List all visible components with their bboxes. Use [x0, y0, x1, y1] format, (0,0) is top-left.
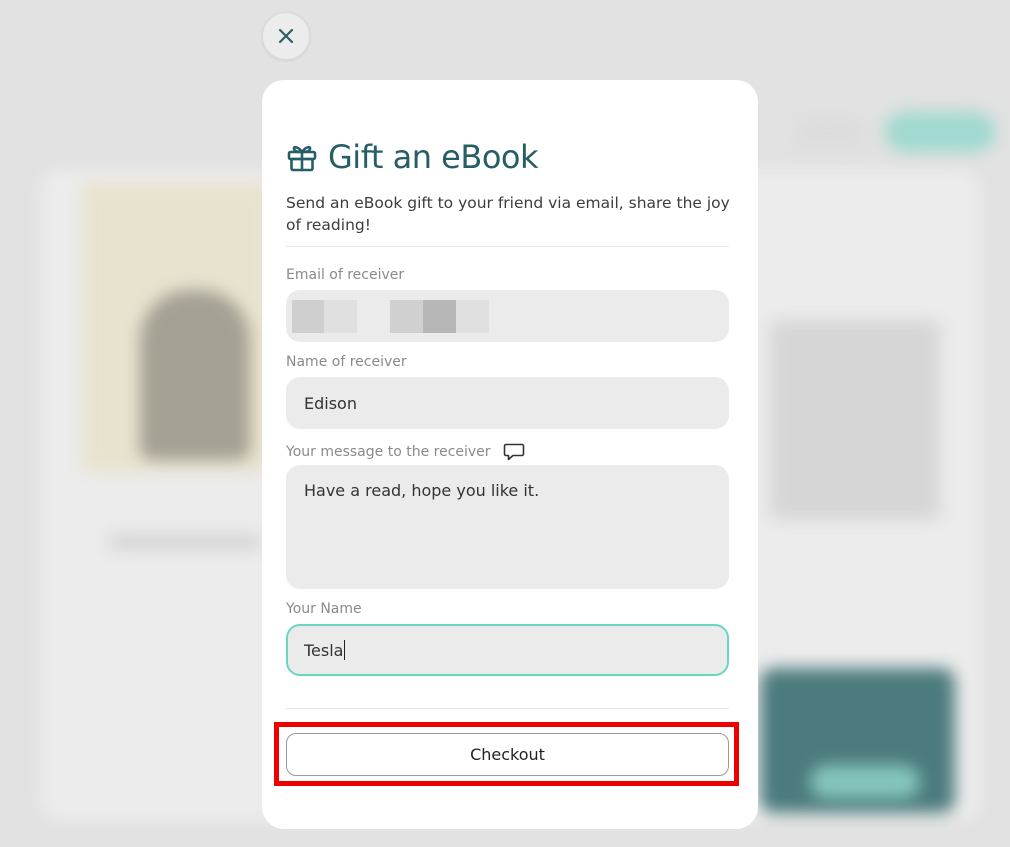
background-promo-button — [810, 765, 920, 799]
email-field[interactable] — [286, 290, 729, 342]
checkout-button[interactable]: Checkout — [286, 733, 729, 776]
email-label: Email of receiver — [286, 267, 405, 283]
message-icon — [503, 443, 524, 461]
background-panel — [770, 320, 940, 520]
modal-subtitle: Send an eBook gift to your friend via em… — [286, 194, 730, 234]
background-accent-button — [885, 112, 995, 152]
your-name-label: Your Name — [286, 601, 362, 617]
message-label: Your message to the receiver — [286, 444, 491, 460]
gift-icon — [287, 145, 317, 172]
redacted-pixel — [292, 300, 324, 333]
close-icon — [278, 28, 294, 44]
redacted-pixel — [456, 300, 489, 333]
modal-title: Gift an eBook — [328, 138, 539, 176]
message-value: Have a read, hope you like it. — [304, 481, 540, 500]
receiver-name-field[interactable]: Edison — [286, 377, 729, 429]
background-text — [110, 535, 260, 549]
redacted-pixel — [324, 300, 357, 333]
receiver-name-label: Name of receiver — [286, 354, 407, 370]
divider — [286, 708, 729, 709]
divider — [286, 246, 729, 247]
message-label-row: Your message to the receiver — [286, 442, 525, 462]
background-button — [795, 118, 865, 148]
redacted-pixel — [423, 300, 456, 333]
message-textarea[interactable]: Have a read, hope you like it. — [286, 465, 729, 589]
modal-header: Gift an eBook — [286, 138, 539, 176]
background-book-figure — [140, 290, 250, 460]
close-button[interactable] — [262, 12, 310, 60]
your-name-value: Tesla — [304, 640, 344, 660]
redacted-pixel — [390, 300, 423, 333]
gift-ebook-modal: Gift an eBook Send an eBook gift to your… — [262, 80, 758, 829]
text-caret — [344, 640, 346, 660]
your-name-field[interactable]: Tesla — [286, 624, 729, 676]
receiver-name-value: Edison — [304, 393, 357, 413]
